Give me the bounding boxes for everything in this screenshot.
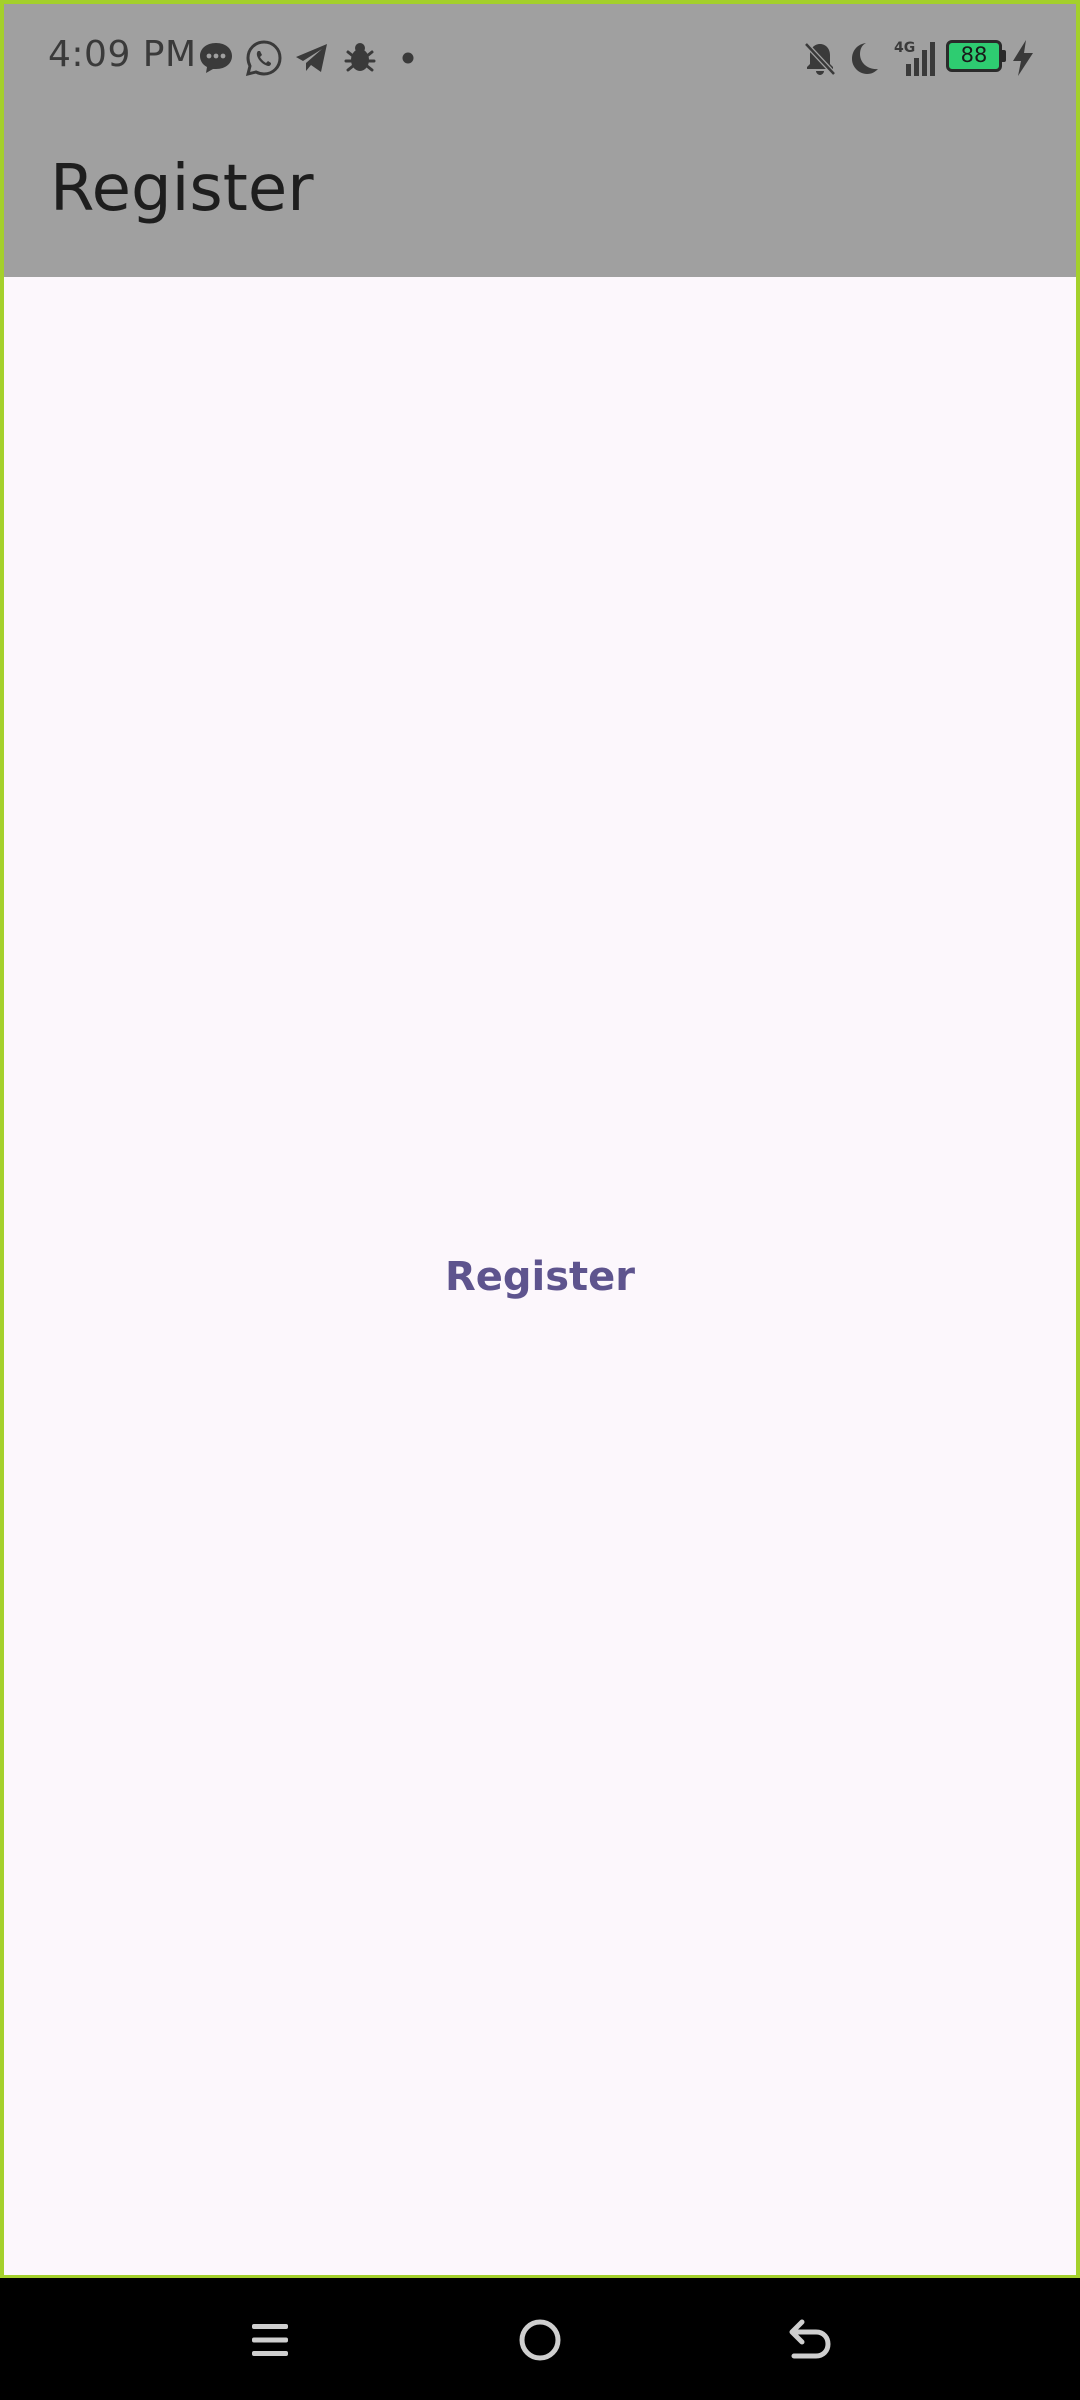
charging-bolt-icon [1013,40,1033,76]
dot-icon [402,52,414,64]
screen: 4:09 PM 4G 88 Register Register [0,0,1080,2400]
network-type-label: 4G [894,40,915,56]
whatsapp-icon [245,40,282,77]
app-frame: 4:09 PM 4G 88 Register Register [0,0,1080,2278]
message-bubble-icon [200,43,232,73]
menu-icon[interactable] [238,2308,302,2372]
bug-icon [344,43,376,72]
page-title: Register [50,152,314,226]
navigation-bar [0,2278,1080,2400]
battery-level: 88 [960,43,988,67]
app-bar: 4:09 PM 4G 88 Register [4,4,1076,277]
battery-icon: 88 [946,40,1006,74]
moon-icon [852,43,878,74]
register-button[interactable]: Register [4,1254,1076,1300]
back-icon[interactable] [778,2308,842,2372]
bell-off-icon [804,42,836,76]
home-icon[interactable] [508,2308,572,2372]
signal-icon: 4G [894,40,935,76]
telegram-icon [296,44,327,72]
status-time: 4:09 PM [48,34,197,75]
status-bar: 4:09 PM 4G 88 [4,4,1076,112]
